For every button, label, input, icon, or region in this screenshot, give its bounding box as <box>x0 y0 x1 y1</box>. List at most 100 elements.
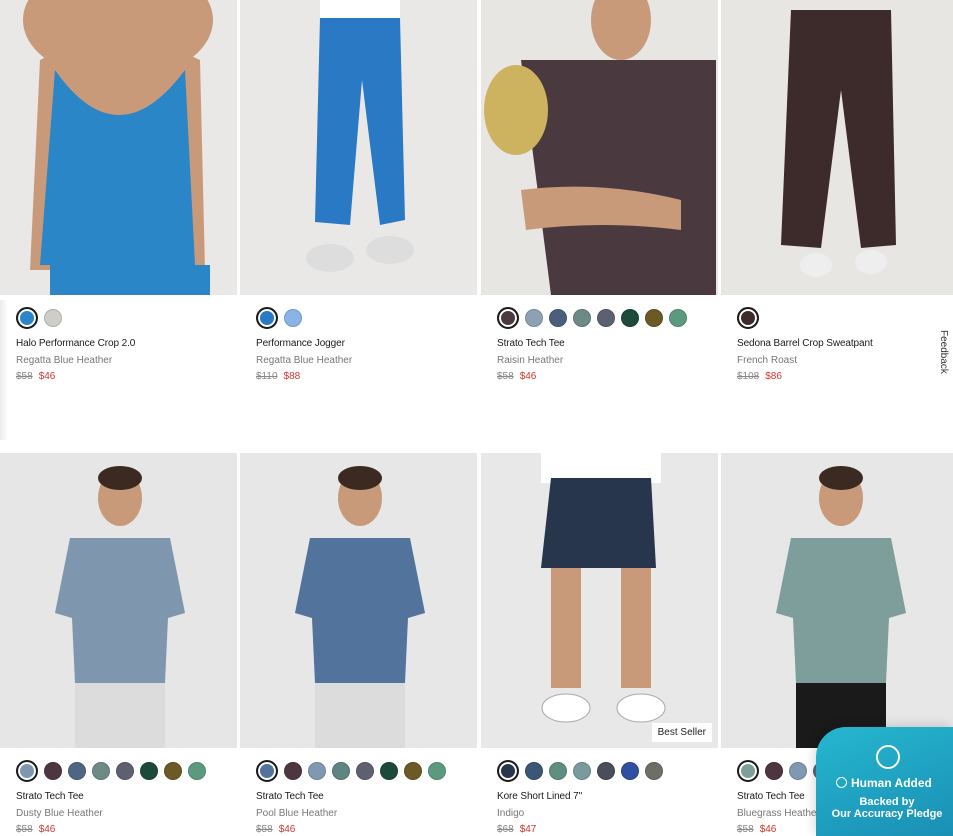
color-swatches <box>737 307 953 329</box>
color-swatch[interactable] <box>16 307 38 329</box>
product-price: $58 $46 <box>497 371 718 382</box>
color-swatch[interactable] <box>497 760 519 782</box>
color-swatch[interactable] <box>92 762 110 780</box>
product-name[interactable]: Strato Tech Tee <box>497 338 718 349</box>
color-swatches <box>256 307 477 329</box>
color-swatch[interactable] <box>140 762 158 780</box>
product-image[interactable] <box>721 0 953 295</box>
product-image[interactable] <box>240 453 477 748</box>
sale-price: $86 <box>765 371 782 382</box>
promo-subtitle: Backed by Our Accuracy Pledge <box>828 796 946 820</box>
product-price: $68 $47 <box>497 824 718 835</box>
color-swatch[interactable] <box>44 309 62 327</box>
product-name[interactable]: Performance Jogger <box>256 338 477 349</box>
color-swatch[interactable] <box>597 762 615 780</box>
original-price: $110 <box>256 371 278 382</box>
product-price: $110 $88 <box>256 371 477 382</box>
color-swatch[interactable] <box>645 309 663 327</box>
color-swatch[interactable] <box>356 762 374 780</box>
color-swatch[interactable] <box>737 760 759 782</box>
color-swatch[interactable] <box>497 307 519 329</box>
product-color-name: Pool Blue Heather <box>256 808 338 819</box>
original-price: $108 <box>737 371 760 382</box>
product-price: $58 $46 <box>16 824 237 835</box>
product-name[interactable]: Strato Tech Tee <box>16 791 237 802</box>
original-price: $58 <box>497 371 514 382</box>
product-card[interactable]: Strato Tech Tee Dusty Blue Heather $58 $46 <box>0 453 237 835</box>
color-swatch[interactable] <box>256 307 278 329</box>
color-swatch[interactable] <box>789 762 807 780</box>
product-card[interactable]: Strato Tech Tee Pool Blue Heather $58 $46 <box>240 453 477 835</box>
promo-line-3: Our Accuracy Pledge <box>831 808 943 820</box>
check-icon <box>836 777 847 788</box>
product-image[interactable] <box>721 453 953 748</box>
color-swatch[interactable] <box>525 762 543 780</box>
promo-title-text: Human Added <box>851 776 932 790</box>
product-color-name: Dusty Blue Heather <box>16 808 103 819</box>
color-swatch[interactable] <box>737 307 759 329</box>
product-name[interactable]: Kore Short Lined 7" <box>497 791 718 802</box>
color-swatches <box>497 760 718 782</box>
product-image[interactable] <box>240 0 477 295</box>
color-swatch[interactable] <box>525 309 543 327</box>
color-swatch[interactable] <box>284 762 302 780</box>
color-swatches <box>497 307 718 329</box>
color-swatch[interactable] <box>164 762 182 780</box>
sale-price: $46 <box>519 371 537 382</box>
color-swatch[interactable] <box>116 762 134 780</box>
color-swatch[interactable] <box>16 760 38 782</box>
product-card[interactable]: Strato Tech Tee Raisin Heather $58 $46 <box>481 0 718 382</box>
product-card[interactable]: Best Seller Kore Short Lined 7" Indigo $68 $… <box>481 453 718 835</box>
accuracy-pledge-widget[interactable]: Human Added Backed by Our Accuracy Pledge <box>816 727 953 836</box>
shield-icon <box>876 745 900 769</box>
product-color-name: Regatta Blue Heather <box>256 355 353 366</box>
original-price: $68 <box>497 824 514 835</box>
product-image[interactable] <box>0 453 237 748</box>
product-name[interactable]: Halo Performance Crop 2.0 <box>16 338 237 349</box>
color-swatch[interactable] <box>597 309 615 327</box>
color-swatch[interactable] <box>380 762 398 780</box>
color-swatch[interactable] <box>44 762 62 780</box>
product-image[interactable] <box>0 0 237 295</box>
color-swatch[interactable] <box>549 762 567 780</box>
product-image[interactable] <box>481 0 718 295</box>
original-price: $58 <box>16 371 33 382</box>
color-swatch[interactable] <box>308 762 326 780</box>
product-color-name: Regatta Blue Heather <box>16 355 113 366</box>
color-swatch[interactable] <box>621 762 639 780</box>
product-color-name: Raisin Heather <box>497 355 564 366</box>
feedback-tab[interactable]: Feedback <box>938 330 949 374</box>
sale-price: $46 <box>38 824 56 835</box>
color-swatch[interactable] <box>573 309 591 327</box>
product-image[interactable]: Best Seller <box>481 453 718 748</box>
color-swatch[interactable] <box>621 309 639 327</box>
product-card[interactable]: Halo Performance Crop 2.0 Regatta Blue He… <box>0 0 237 382</box>
color-swatch[interactable] <box>549 309 567 327</box>
color-swatch[interactable] <box>284 309 302 327</box>
color-swatch[interactable] <box>669 309 687 327</box>
color-swatch[interactable] <box>404 762 422 780</box>
product-card[interactable]: Sedona Barrel Crop Sweatpant French Roast… <box>721 0 953 382</box>
original-price: $58 <box>256 824 273 835</box>
product-name[interactable]: Strato Tech Tee <box>256 791 477 802</box>
color-swatch[interactable] <box>256 760 278 782</box>
sale-price: $46 <box>38 371 56 382</box>
color-swatch[interactable] <box>428 762 446 780</box>
product-price: $58 $46 <box>256 824 477 835</box>
product-color-name: Indigo <box>497 808 525 819</box>
color-swatch[interactable] <box>68 762 86 780</box>
original-price: $58 <box>737 824 754 835</box>
product-card[interactable]: Performance Jogger Regatta Blue Heather $1… <box>240 0 477 382</box>
color-swatches <box>16 307 237 329</box>
color-swatch[interactable] <box>188 762 206 780</box>
product-price: $58 $46 <box>16 371 237 382</box>
sale-price: $46 <box>278 824 296 835</box>
color-swatch[interactable] <box>765 762 783 780</box>
best-seller-badge: Best Seller <box>651 723 712 742</box>
promo-title: Human Added <box>836 776 932 790</box>
product-name[interactable]: Sedona Barrel Crop Sweatpant <box>737 338 953 349</box>
color-swatch[interactable] <box>645 762 663 780</box>
color-swatches <box>16 760 237 782</box>
color-swatch[interactable] <box>573 762 591 780</box>
color-swatch[interactable] <box>332 762 350 780</box>
